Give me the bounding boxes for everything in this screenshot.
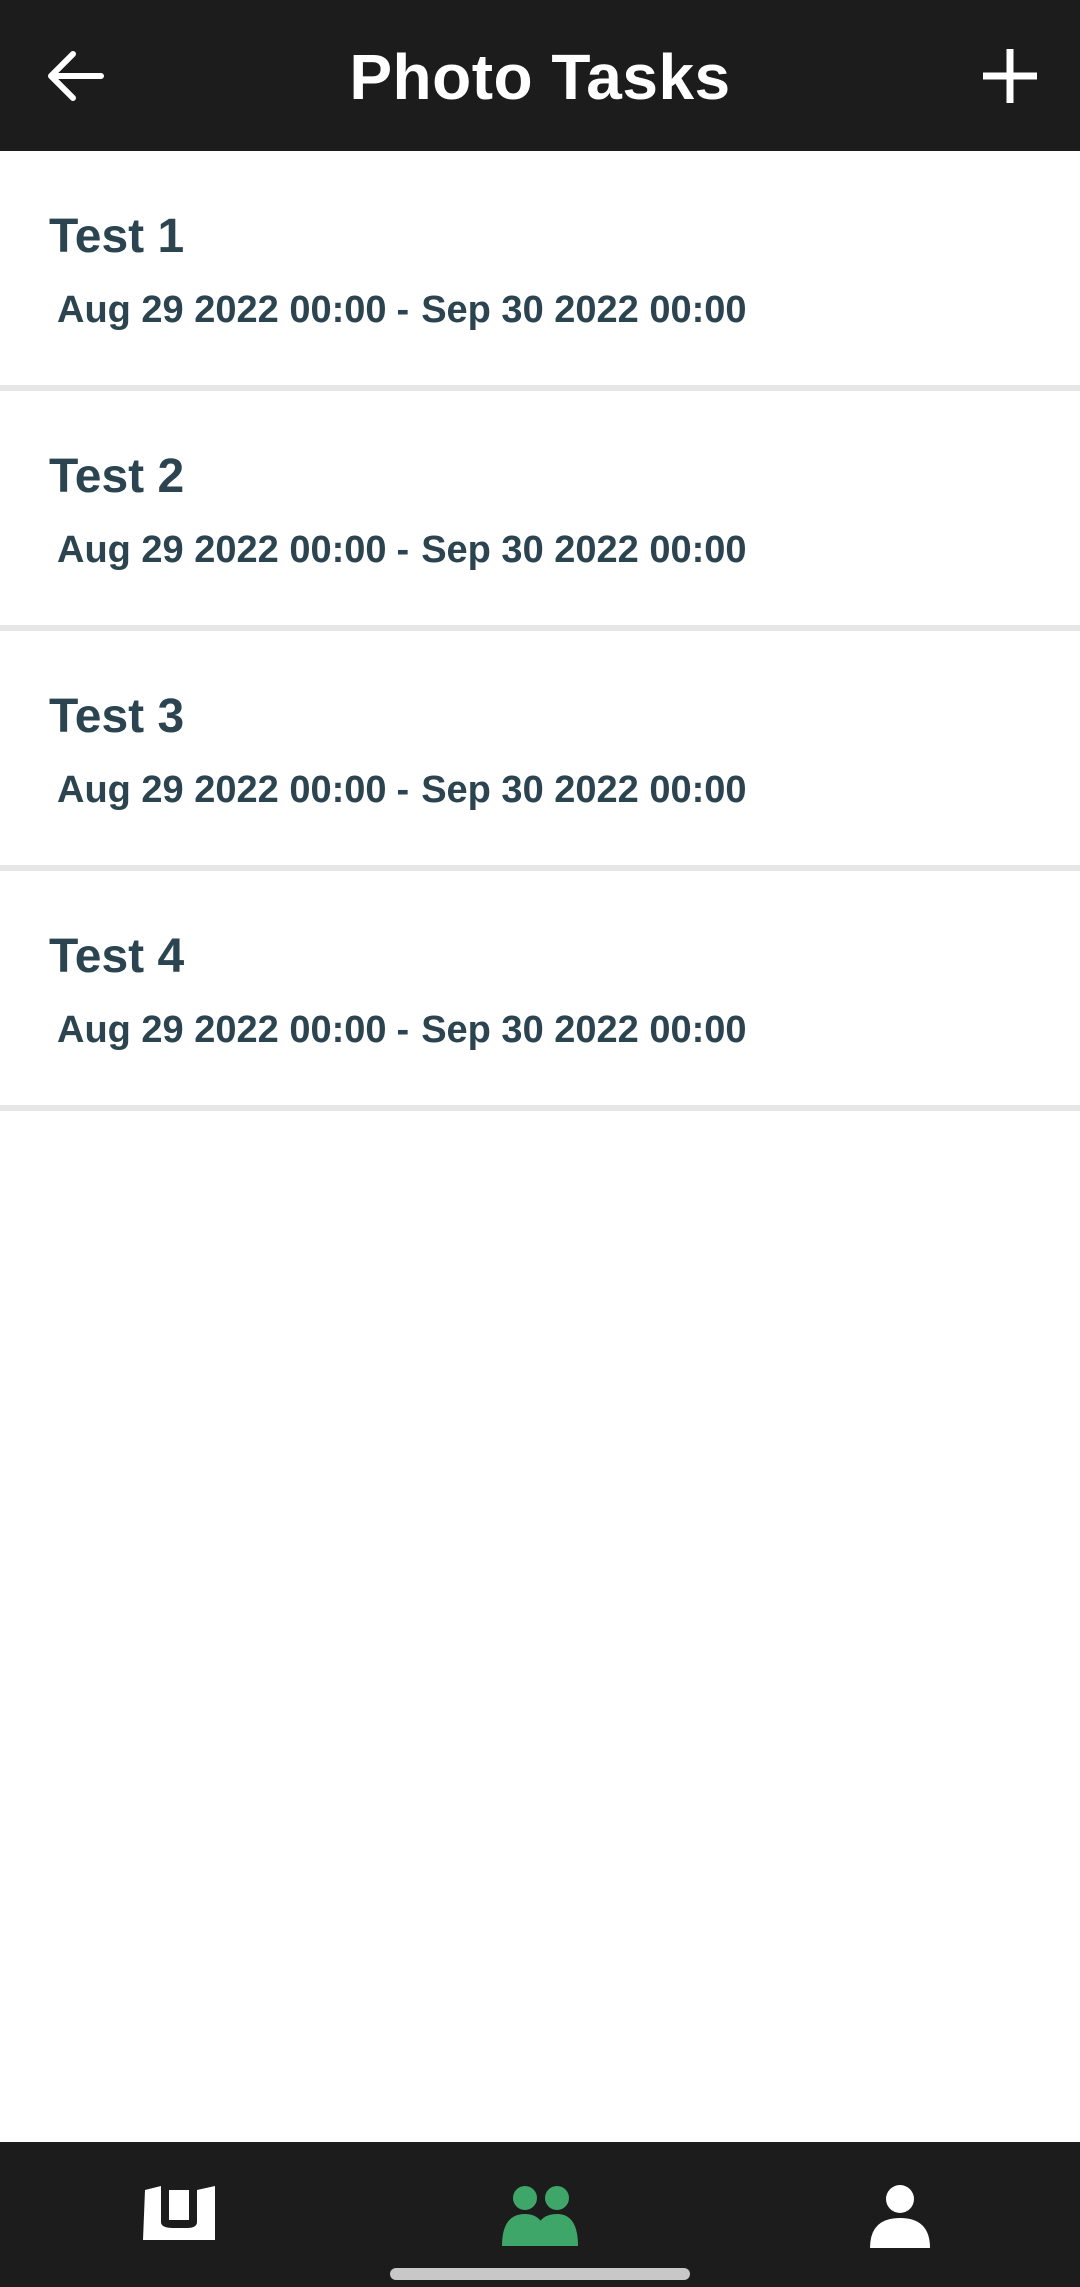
task-title: Test 3	[49, 690, 185, 743]
task-date-range: Aug 29 2022 00:00- Sep 30 2022 00:00	[57, 529, 747, 572]
task-list-item[interactable]: Test 1 Aug 29 2022 00:00- Sep 30 2022 00:…	[0, 151, 1080, 391]
home-indicator[interactable]	[390, 2268, 690, 2280]
bottom-navigation-bar	[0, 2142, 1080, 2287]
task-date-range: Aug 29 2022 00:00- Sep 30 2022 00:00	[57, 1009, 747, 1052]
date-separator: -	[396, 1009, 410, 1051]
profile-icon	[870, 2185, 930, 2248]
task-end-date: Sep 30 2022 00:00	[421, 289, 747, 331]
page-title: Photo Tasks	[349, 41, 731, 113]
date-separator: -	[396, 769, 410, 811]
task-end-date: Sep 30 2022 00:00	[421, 769, 747, 811]
task-start-date: Aug 29 2022 00:00	[57, 1009, 387, 1051]
task-end-date: Sep 30 2022 00:00	[421, 1009, 747, 1051]
brand-logo-icon	[143, 2186, 215, 2240]
task-list-item[interactable]: Test 4 Aug 29 2022 00:00- Sep 30 2022 00:…	[0, 871, 1080, 1111]
task-list-item[interactable]: Test 2 Aug 29 2022 00:00- Sep 30 2022 00:…	[0, 391, 1080, 631]
task-end-date: Sep 30 2022 00:00	[421, 529, 747, 571]
task-list-item[interactable]: Test 3 Aug 29 2022 00:00- Sep 30 2022 00:…	[0, 631, 1080, 871]
task-title: Test 4	[49, 930, 185, 983]
nav-item-profile[interactable]	[720, 2142, 1080, 2287]
plus-icon	[983, 49, 1037, 103]
date-separator: -	[396, 529, 410, 571]
photo-tasks-screen: Photo Tasks Test 1 Aug 29 2022 00:00- Sep…	[0, 0, 1080, 2287]
task-start-date: Aug 29 2022 00:00	[57, 769, 387, 811]
date-separator: -	[396, 289, 410, 331]
nav-item-home[interactable]	[0, 2142, 360, 2287]
task-list: Test 1 Aug 29 2022 00:00- Sep 30 2022 00:…	[0, 151, 1080, 1111]
add-task-button[interactable]	[970, 36, 1050, 116]
task-date-range: Aug 29 2022 00:00- Sep 30 2022 00:00	[57, 289, 747, 332]
group-icon	[502, 2186, 578, 2246]
top-app-bar: Photo Tasks	[0, 0, 1080, 151]
task-title: Test 2	[49, 450, 185, 503]
task-title: Test 1	[49, 210, 185, 263]
task-start-date: Aug 29 2022 00:00	[57, 289, 387, 331]
nav-item-groups[interactable]	[360, 2142, 720, 2287]
task-start-date: Aug 29 2022 00:00	[57, 529, 387, 571]
task-date-range: Aug 29 2022 00:00- Sep 30 2022 00:00	[57, 769, 747, 812]
